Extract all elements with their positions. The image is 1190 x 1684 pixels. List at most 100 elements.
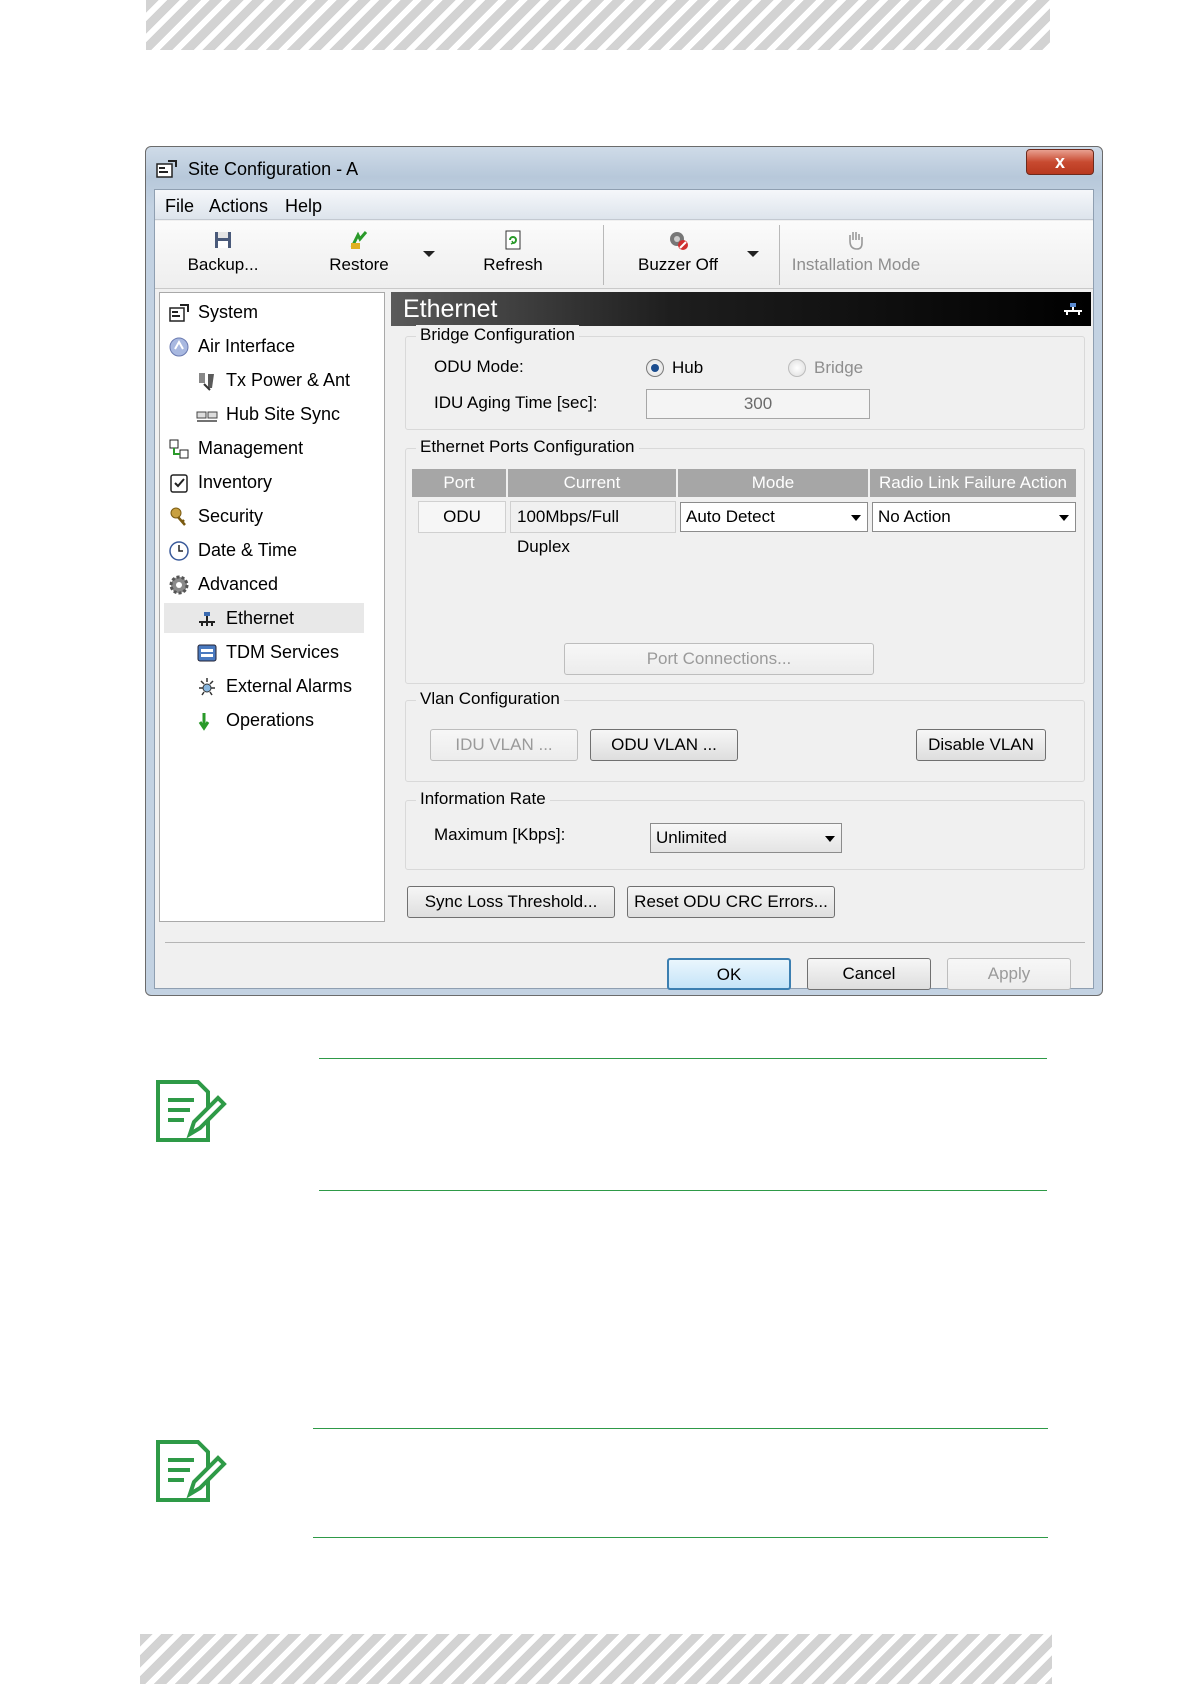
- tree-item-inventory[interactable]: Inventory: [168, 467, 272, 497]
- panel-header: Ethernet: [391, 292, 1091, 326]
- ok-button[interactable]: OK: [667, 958, 791, 990]
- buzzer-off-button[interactable]: Buzzer Off: [633, 229, 723, 275]
- tdm-icon: [197, 644, 217, 662]
- site-config-icon: [156, 160, 177, 178]
- window-title: Site Configuration - A: [188, 159, 359, 179]
- installation-mode-label: Installation Mode: [791, 255, 921, 274]
- tree-label: Date & Time: [198, 540, 298, 560]
- menu-bar: File Actions Help: [155, 190, 1093, 220]
- information-rate-title: Information Rate: [416, 789, 550, 809]
- restore-dropdown-arrow[interactable]: [423, 251, 435, 257]
- buzzer-dropdown-arrow[interactable]: [747, 251, 759, 257]
- tree-item-hub-site-sync[interactable]: Hub Site Sync: [196, 399, 340, 429]
- management-icon: [169, 439, 189, 459]
- port-connections-button[interactable]: Port Connections...: [564, 643, 874, 675]
- cell-current: 100Mbps/Full Duplex: [510, 501, 676, 556]
- menu-file[interactable]: File: [165, 196, 194, 217]
- bridge-radio[interactable]: [788, 359, 806, 377]
- sync-loss-threshold-button[interactable]: Sync Loss Threshold...: [407, 886, 615, 918]
- aging-time-label: IDU Aging Time [sec]:: [434, 393, 598, 412]
- hand-icon: [849, 232, 863, 250]
- tree-item-external-alarms[interactable]: External Alarms: [196, 671, 352, 701]
- tree-label: Air Interface: [198, 336, 296, 356]
- cancel-button[interactable]: Cancel: [807, 958, 931, 990]
- vlan-configuration-title: Vlan Configuration: [416, 689, 564, 709]
- backup-button[interactable]: Backup...: [183, 229, 263, 275]
- inventory-icon: [170, 474, 188, 493]
- tree-label: Tx Power & Ant: [226, 370, 351, 390]
- aging-time-field[interactable]: 300: [646, 389, 870, 419]
- window-content: File Actions Help Backup... Restore Refr…: [154, 189, 1094, 990]
- odu-vlan-button[interactable]: ODU VLAN ...: [590, 729, 738, 761]
- operations-icon: [198, 713, 210, 731]
- tree-label: Operations: [226, 710, 315, 730]
- buzzer-icon: [670, 232, 688, 250]
- hub-radio-label: Hub: [672, 358, 704, 377]
- tree-item-operations[interactable]: Operations: [196, 705, 314, 735]
- ethernet-panel: Ethernet Bridge Configuration ODU Mode: …: [391, 292, 1091, 922]
- tree-label: External Alarms: [226, 676, 353, 696]
- tree-item-security[interactable]: Security: [168, 501, 263, 531]
- bridge-radio-label: Bridge: [814, 358, 864, 377]
- menu-help[interactable]: Help: [285, 196, 322, 217]
- gear-icon: [169, 575, 189, 595]
- toolbar-separator: [779, 225, 780, 285]
- tree-label: Hub Site Sync: [226, 404, 341, 424]
- tree-item-tx-power[interactable]: Tx Power & Ant: [196, 365, 350, 395]
- disable-vlan-button[interactable]: Disable VLAN: [916, 729, 1046, 761]
- system-icon: [169, 304, 189, 322]
- column-header-current: Current: [508, 469, 678, 497]
- note-top-rule: [313, 1428, 1048, 1429]
- close-button[interactable]: x: [1026, 149, 1094, 175]
- tree-label: Management: [198, 438, 304, 458]
- bridge-configuration-title: Bridge Configuration: [416, 325, 579, 345]
- navigation-tree: System Air Interface Tx Power & Ant Hub …: [159, 292, 385, 922]
- tree-label: TDM Services: [226, 642, 340, 662]
- failure-action-select[interactable]: No Action: [872, 502, 1076, 532]
- tree-item-date-time[interactable]: Date & Time: [168, 535, 297, 565]
- ethernet-header-icon: [1064, 303, 1082, 315]
- tree-item-system[interactable]: System: [168, 297, 258, 327]
- refresh-button[interactable]: Refresh: [473, 229, 553, 275]
- ethernet-ports-title: Ethernet Ports Configuration: [416, 437, 639, 457]
- security-icon: [170, 507, 186, 527]
- ethernet-icon: [199, 612, 215, 627]
- tree-label: Ethernet: [226, 608, 295, 628]
- tree-item-management[interactable]: Management: [168, 433, 303, 463]
- reset-odu-crc-button[interactable]: Reset ODU CRC Errors...: [627, 886, 835, 918]
- menu-actions[interactable]: Actions: [209, 196, 268, 217]
- failure-action-value: No Action: [878, 507, 951, 526]
- air-interface-icon: [169, 337, 189, 357]
- title-bar[interactable]: Site Configuration - A x: [146, 147, 1102, 189]
- chevron-down-icon: [1059, 515, 1069, 521]
- idu-vlan-button[interactable]: IDU VLAN ...: [430, 729, 578, 761]
- restore-button[interactable]: Restore: [319, 229, 399, 275]
- chevron-down-icon: [851, 515, 861, 521]
- footer-separator: [165, 942, 1085, 943]
- restore-icon: [350, 231, 368, 249]
- information-rate-group: Information Rate Maximum [Kbps]: Unlimit…: [405, 789, 1085, 870]
- hub-radio[interactable]: [646, 359, 664, 377]
- mode-select[interactable]: Auto Detect: [680, 502, 868, 532]
- note-top-rule: [319, 1058, 1047, 1059]
- site-configuration-window: Site Configuration - A x File Actions He…: [145, 146, 1103, 996]
- tree-label: Security: [198, 506, 264, 526]
- tree-item-advanced[interactable]: Advanced: [168, 569, 278, 599]
- tree-item-tdm-services[interactable]: TDM Services: [196, 637, 339, 667]
- tree-item-ethernet[interactable]: Ethernet: [164, 603, 364, 633]
- installation-mode-button[interactable]: Installation Mode: [791, 229, 921, 275]
- odu-mode-label: ODU Mode:: [434, 357, 524, 376]
- maximum-kbps-select[interactable]: Unlimited: [650, 823, 842, 853]
- panel-title: Ethernet: [403, 295, 498, 323]
- maximum-kbps-value: Unlimited: [656, 828, 727, 847]
- column-header-port: Port: [412, 469, 508, 497]
- apply-button[interactable]: Apply: [947, 958, 1071, 990]
- tree-label: Advanced: [198, 574, 279, 594]
- toolbar-separator: [603, 225, 604, 285]
- note-bottom-rule: [319, 1190, 1047, 1191]
- note-bottom-rule: [313, 1537, 1048, 1538]
- restore-label: Restore: [329, 255, 389, 274]
- tree-item-air-interface[interactable]: Air Interface: [168, 331, 295, 361]
- bridge-configuration-group: Bridge Configuration ODU Mode: Hub Bridg…: [405, 325, 1085, 430]
- column-header-failure-action: Radio Link Failure Action: [870, 469, 1076, 497]
